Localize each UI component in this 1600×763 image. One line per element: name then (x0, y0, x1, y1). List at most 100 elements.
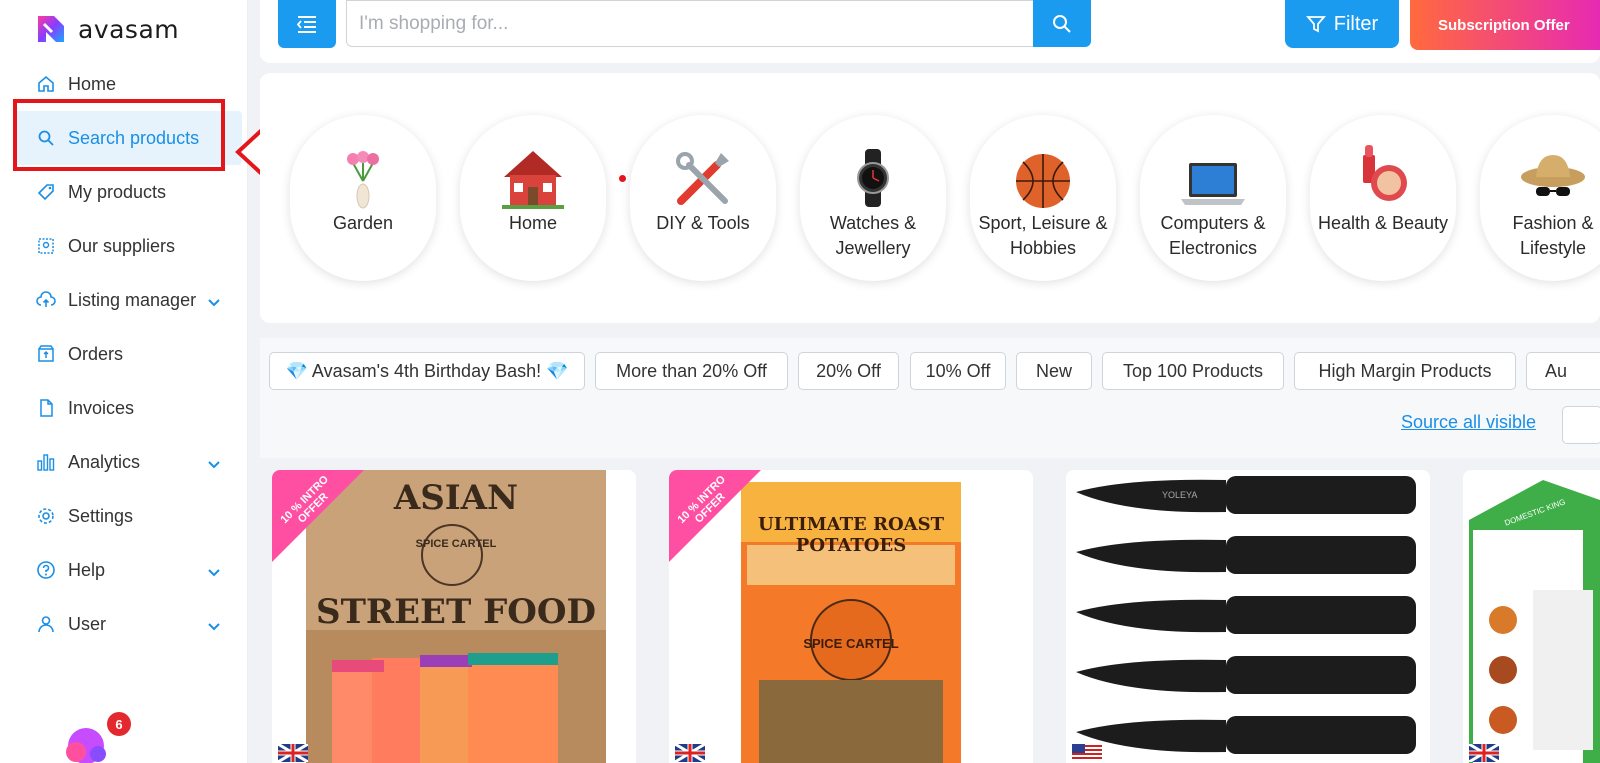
sidebar-item-invoices[interactable]: Invoices (14, 381, 242, 435)
category-name: Health & Beauty (1317, 213, 1449, 233)
tag-20-off[interactable]: 20% Off (798, 352, 899, 390)
category-garden[interactable]: Garden (290, 115, 436, 281)
sidebar-item-label: Settings (68, 505, 134, 526)
brand-logo[interactable]: avasam (34, 12, 179, 46)
category-name: Garden (332, 213, 394, 233)
category-sport-leisure-hobbies[interactable]: Sport, Leisure & Hobbies (970, 115, 1116, 281)
sidebar-nav: Home Search products My products Our sup… (14, 57, 242, 651)
category-home[interactable]: Home (460, 115, 606, 281)
search-input[interactable] (346, 0, 1033, 47)
flower-vase-icon (347, 151, 379, 209)
home-icon (36, 74, 56, 94)
product-image-title: YOLEYA (1162, 490, 1198, 500)
user-icon (36, 614, 56, 634)
tools-icon (676, 152, 729, 205)
basketball-icon (1016, 154, 1070, 208)
brand-name: avasam (78, 14, 180, 44)
sidebar-item-label: Home (68, 73, 117, 94)
source-all-visible-link[interactable]: Source all visible (1401, 412, 1536, 433)
sidebar-item-label: Invoices (68, 397, 135, 418)
chevron-down-icon[interactable] (208, 561, 220, 582)
filter-funnel-icon (1305, 16, 1326, 33)
house-icon (502, 151, 564, 209)
bar-chart-icon (36, 452, 56, 472)
sidebar-item-label: Help (68, 559, 106, 580)
category-watches-jewellery[interactable]: Watches & Jewellery (800, 115, 946, 281)
category-name: Watches & Jewellery (829, 213, 917, 258)
sidebar-item-our-suppliers[interactable]: Our suppliers (14, 219, 242, 273)
chevron-down-icon[interactable] (208, 453, 220, 474)
uk-flag-icon (278, 744, 308, 762)
categories-panel: Garden Home DIY & Tools Watches & Jewell… (260, 73, 1600, 323)
tag-birthday-bash[interactable]: 💎 Avasam's 4th Birthday Bash! 💎 (269, 352, 585, 390)
product-card[interactable]: ULTIMATE ROAST POTATOES SPICE CARTEL 10 … (669, 470, 1033, 763)
sidebar-item-label: Orders (68, 343, 124, 364)
product-image-subtitle: STREET FOOD (316, 592, 596, 632)
product-brand: SPICE CARTEL (803, 636, 899, 651)
tag-new[interactable]: New (1016, 352, 1092, 390)
sidebar-item-search-products[interactable]: Search products (14, 111, 242, 165)
suppliers-icon (36, 236, 56, 256)
menu-indent-icon (296, 16, 316, 33)
red-dot-marker (619, 175, 626, 182)
tag-more-than-20-off[interactable]: More than 20% Off (595, 352, 788, 390)
sidebar: avasam Home Search products My products … (0, 0, 248, 763)
product-card[interactable]: YOLEYA (1066, 470, 1430, 763)
tags-panel: 💎 Avasam's 4th Birthday Bash! 💎 More tha… (260, 338, 1600, 458)
help-circle-icon (36, 560, 56, 580)
uk-flag-icon (1469, 744, 1499, 762)
product-image (1066, 470, 1430, 763)
intro-offer-ribbon: 10 % INTRO OFFER (272, 470, 364, 562)
search-icon (36, 128, 56, 148)
category-name: Computers & Electronics (1160, 213, 1266, 258)
sidebar-item-label: Analytics (68, 451, 141, 472)
category-name: Home (508, 213, 557, 233)
search-icon (1053, 14, 1071, 33)
subscription-label: Subscription Offer (1438, 16, 1570, 34)
sidebar-item-label: My products (68, 181, 167, 202)
chevron-down-icon[interactable] (208, 291, 220, 312)
watch-icon (857, 149, 889, 207)
product-card[interactable]: DOMESTIC KING (1463, 470, 1600, 763)
category-fashion-lifestyle[interactable]: Fashion & Lifestyle (1480, 115, 1600, 281)
search-bar (346, 0, 1091, 47)
gear-icon (36, 506, 56, 526)
tag-au[interactable]: Au (1526, 352, 1600, 390)
notification-badge[interactable]: 6 (107, 712, 131, 736)
sidebar-item-label: Our suppliers (68, 235, 176, 256)
tag-icon (36, 182, 56, 202)
orders-box-icon (36, 344, 56, 364)
search-button[interactable] (1033, 0, 1091, 47)
menu-toggle-button[interactable] (278, 0, 336, 48)
filter-button[interactable]: Filter (1285, 0, 1399, 48)
subscription-offer-button[interactable]: Subscription Offer (1410, 0, 1600, 50)
chevron-down-icon[interactable] (208, 615, 220, 636)
sidebar-item-label: Listing manager (68, 289, 197, 310)
category-name: Fashion & Lifestyle (1512, 213, 1594, 258)
sidebar-item-help[interactable]: Help (14, 543, 242, 597)
hat-sunglasses-icon (1521, 155, 1585, 196)
tag-top-100-products[interactable]: Top 100 Products (1102, 352, 1284, 390)
sidebar-item-analytics[interactable]: Analytics (14, 435, 242, 489)
us-flag-icon (1072, 744, 1102, 762)
category-computers-electronics[interactable]: Computers & Electronics (1140, 115, 1286, 281)
category-health-beauty[interactable]: Health & Beauty (1310, 115, 1456, 281)
sidebar-item-my-products[interactable]: My products (14, 165, 242, 219)
invoice-icon (36, 398, 56, 418)
filter-label: Filter (1333, 12, 1379, 35)
sidebar-item-orders[interactable]: Orders (14, 327, 242, 381)
laptop-icon (1181, 163, 1245, 205)
sidebar-item-user[interactable]: User (14, 597, 242, 651)
sidebar-item-listing-manager[interactable]: Listing manager (14, 273, 242, 327)
view-toggle[interactable] (1562, 406, 1600, 444)
sidebar-item-home[interactable]: Home (14, 57, 242, 111)
product-image-title: ULTIMATE ROAST POTATOES (758, 514, 944, 556)
tag-high-margin-products[interactable]: High Margin Products (1294, 352, 1516, 390)
category-diy-tools[interactable]: DIY & Tools (630, 115, 776, 281)
category-name: DIY & Tools (656, 213, 750, 233)
intro-offer-ribbon: 10 % INTRO OFFER (669, 470, 761, 562)
sidebar-item-label: Search products (68, 127, 200, 148)
sidebar-item-settings[interactable]: Settings (14, 489, 242, 543)
tag-10-off[interactable]: 10% Off (910, 352, 1006, 390)
product-card[interactable]: ASIAN SPICE CARTEL STREET FOOD 10 % INTR… (272, 470, 636, 763)
